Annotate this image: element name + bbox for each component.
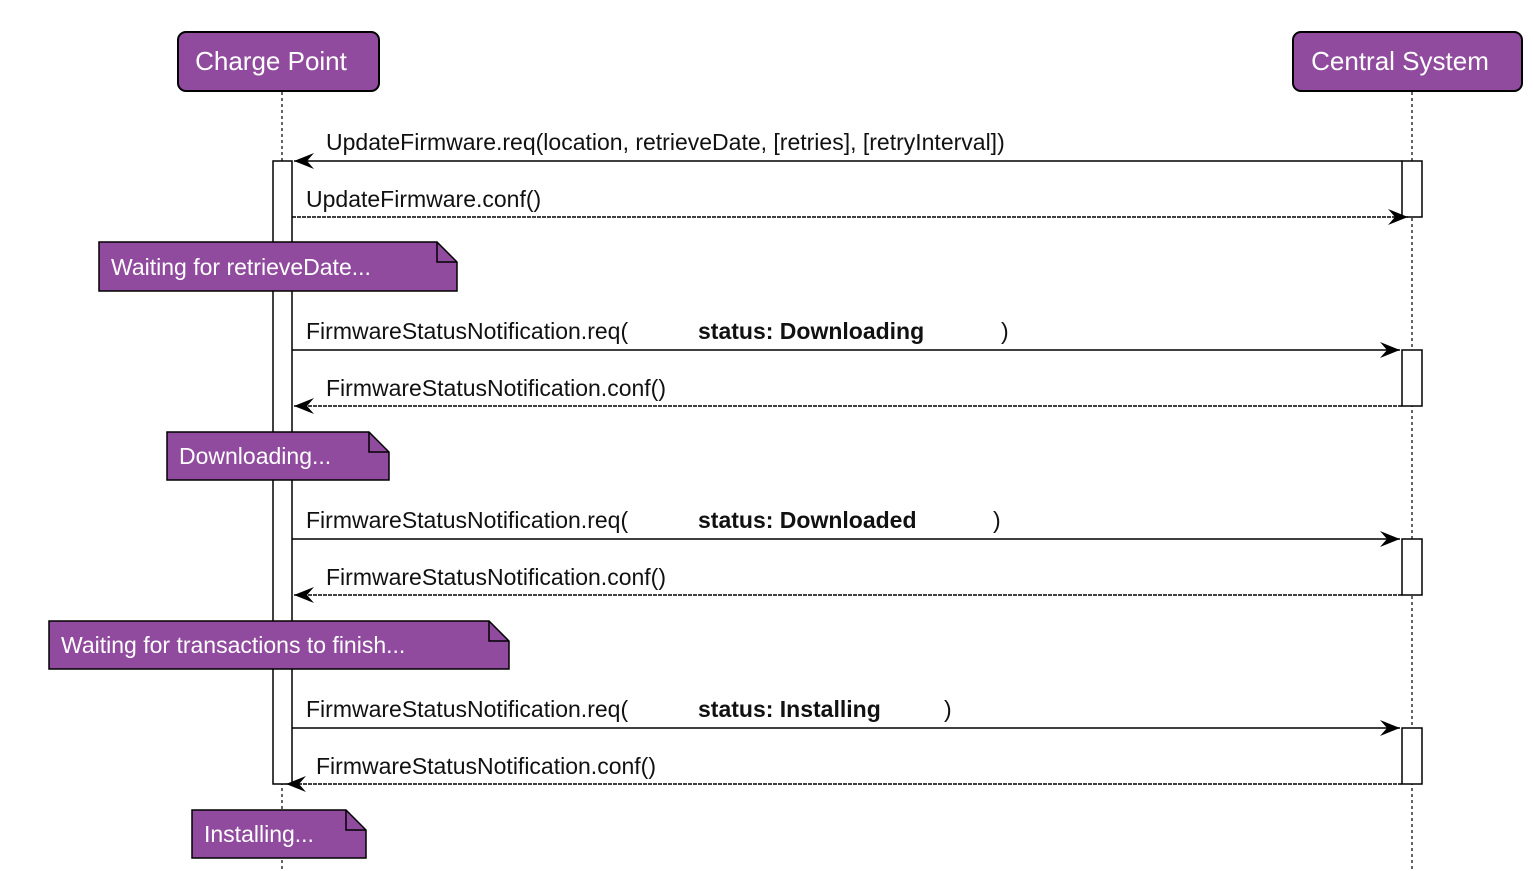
central-system-activation-1 <box>1401 160 1423 218</box>
note-waiting-transactions: Waiting for transactions to finish... <box>48 620 510 670</box>
message-fsn-conf-2-label: FirmwareStatusNotification.conf() <box>326 564 666 590</box>
message-update-firmware-conf-label: UpdateFirmware.conf() <box>306 186 541 212</box>
participant-central-system-label: Central System <box>1311 46 1489 76</box>
message-fsn-req-downloaded-prefix: FirmwareStatusNotification.req( <box>306 507 628 533</box>
central-system-activation-3 <box>1401 538 1423 596</box>
message-fsn-req-downloaded-status: status: Downloaded <box>698 507 917 533</box>
message-fsn-conf-1-label: FirmwareStatusNotification.conf() <box>326 375 666 401</box>
note-installing-label: Installing... <box>204 821 314 847</box>
message-fsn-conf-3-label: FirmwareStatusNotification.conf() <box>316 753 656 779</box>
message-fsn-req-downloading-prefix: FirmwareStatusNotification.req( <box>306 318 628 344</box>
central-system-activation-2 <box>1401 349 1423 407</box>
message-fsn-req-downloading-suffix: ) <box>1001 318 1009 344</box>
note-waiting-retrieve-date-label: Waiting for retrieveDate... <box>111 254 371 280</box>
note-downloading-label: Downloading... <box>179 443 331 469</box>
message-fsn-req-downloaded-suffix: ) <box>993 507 1001 533</box>
sequence-diagram: Charge Point Central System UpdateFirmwa… <box>0 0 1533 871</box>
note-waiting-retrieve-date: Waiting for retrieveDate... <box>98 241 458 292</box>
participant-charge-point-label: Charge Point <box>195 46 348 76</box>
note-waiting-transactions-label: Waiting for transactions to finish... <box>61 632 405 658</box>
message-fsn-req-installing-suffix: ) <box>944 696 952 722</box>
note-installing: Installing... <box>191 809 367 859</box>
sequence-diagram-svg: Charge Point Central System UpdateFirmwa… <box>48 31 1523 871</box>
message-fsn-req-installing-status: status: Installing <box>698 696 881 722</box>
central-system-activation-4 <box>1401 727 1423 785</box>
note-downloading: Downloading... <box>166 431 390 481</box>
message-fsn-req-installing-prefix: FirmwareStatusNotification.req( <box>306 696 628 722</box>
message-update-firmware-req-label: UpdateFirmware.req(location, retrieveDat… <box>326 129 1005 155</box>
message-fsn-req-downloading-status: status: Downloading <box>698 318 924 344</box>
participant-central-system: Central System <box>1292 31 1523 92</box>
participant-charge-point: Charge Point <box>177 31 380 92</box>
